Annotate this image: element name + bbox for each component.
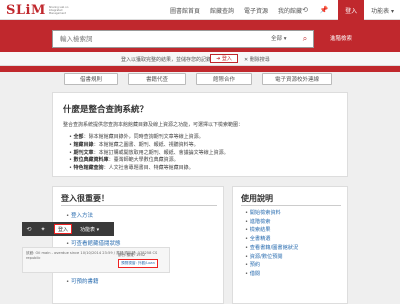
login-info-panel: 登入很重要！ 登入方法 可查看館藏借閱狀態 可預約書籍: [52, 186, 224, 304]
nav-library-home[interactable]: 圖書館首頁: [170, 6, 200, 15]
history-icon: ⟲: [26, 225, 32, 233]
list-item: 全部：除本館館藏目錄外，同時查詢期刊文章等線上資源。: [69, 134, 229, 142]
advanced-search-link[interactable]: 進階檢索: [330, 34, 352, 42]
list-item: 特色館藏查詢：人文社會專題書目、特藏等館藏目錄。: [69, 165, 229, 173]
divider: [61, 205, 217, 206]
help-link[interactable]: 進階檢索: [245, 218, 298, 227]
intro-title: 什麼是整合查詢系統？: [63, 105, 149, 115]
login-panel-title: 登入很重要！: [61, 194, 109, 203]
tab-borrowing-rules[interactable]: 借書規則: [64, 73, 118, 85]
loan-status-link[interactable]: 可查看館藏借閱狀態: [66, 239, 121, 247]
history-icon[interactable]: ⟲: [297, 2, 313, 18]
main-nav: 圖書館首頁 館藏查詢 電子資源 我的館藏: [170, 0, 312, 20]
pin-icon[interactable]: 📌: [316, 2, 332, 18]
search-scope-select[interactable]: 全部 ▾: [271, 34, 287, 42]
help-link[interactable]: 查看書籍/圖書館狀況: [245, 244, 298, 253]
help-title: 使用說明: [241, 194, 273, 203]
login-method-link[interactable]: 登入方法: [66, 211, 93, 219]
highlighted-login: 登入: [54, 224, 72, 234]
tab-offcampus-access[interactable]: 電子資源校外連線: [262, 73, 332, 85]
help-list: 開始檢索資料 進階檢索 檢索結果 全書精選 查看書籍/圖書館狀況 資源/數位預閱…: [245, 209, 298, 279]
pin-icon: ✦: [40, 225, 46, 233]
reserve-books-link[interactable]: 可預約書籍: [66, 277, 99, 285]
highlighted-status: 預覽視窗: 外觀/Loan: [118, 259, 158, 268]
top-navigation-bar: SLiM Sharing Lab on Integrated Managemen…: [0, 0, 400, 20]
help-link[interactable]: 資源/數位預閱: [245, 253, 298, 262]
search-icon[interactable]: ⌕: [297, 31, 313, 47]
help-link[interactable]: 檢索結果: [245, 226, 298, 235]
function-menu-example: 功能表 ▾: [80, 226, 100, 233]
nav-e-resources[interactable]: 電子資源: [244, 6, 268, 15]
help-link[interactable]: 預約: [245, 261, 298, 270]
service-tabs: 借書規則 書籍代查 館際合作 電子資源校外連線: [64, 73, 342, 85]
help-link[interactable]: 開始檢索資料: [245, 209, 298, 218]
login-prompt-text: 登入以獲取完整的結果，並儲存您的記錄: [121, 57, 212, 63]
list-item: 館藏目錄：本館館藏之圖書、期刊、報紙、視聽資料等。: [69, 142, 229, 150]
user-nav: ⟲ 📌 登入 功能表 ▾: [294, 0, 394, 20]
search-input[interactable]: [53, 31, 268, 47]
help-link[interactable]: 借閱: [245, 270, 298, 279]
intro-panel: 什麼是整合查詢系統？ 整合查詢系統提供您查詢本館館藏目錄及線上資源之功能，可選擇…: [52, 92, 348, 177]
help-link[interactable]: 全書精選: [245, 235, 298, 244]
tab-interlibrary[interactable]: 館際合作: [196, 73, 252, 85]
prompt-login-button[interactable]: ➜ 登入: [210, 54, 238, 63]
search-box: 全部 ▾ ⌕: [52, 30, 314, 48]
clear-search-history[interactable]: ✕ 刪除搜尋: [244, 56, 270, 63]
function-menu[interactable]: 功能表 ▾: [371, 6, 394, 15]
logo-subtitle: Sharing Lab on Integrated Management: [48, 5, 69, 15]
help-panel: 使用說明 開始檢索資料 進階檢索 檢索結果 全書精選 查看書籍/圖書館狀況 資源…: [232, 186, 348, 304]
loan-status-screenshot: 該館: Oil main - overdue since 10/10/2014 …: [22, 247, 170, 273]
tab-book-request[interactable]: 書籍代查: [128, 73, 186, 85]
scope-list: 全部：除本館館藏目錄外，同時查詢期刊文章等線上資源。 館藏目錄：本館館藏之圖書、…: [69, 134, 229, 173]
nav-collection-search[interactable]: 館藏查詢: [210, 6, 234, 15]
intro-lead: 整合查詢系統提供您查詢本館館藏目錄及線上資源之功能，可選擇以下檢索範圍：: [63, 122, 244, 128]
login-button[interactable]: 登入: [338, 0, 365, 20]
divider: [241, 205, 341, 206]
library-logo[interactable]: SLiM Sharing Lab on Integrated Managemen…: [6, 2, 75, 18]
login-example-screenshot: ⟲ ✦ 登入 功能表 ▾: [22, 222, 114, 236]
